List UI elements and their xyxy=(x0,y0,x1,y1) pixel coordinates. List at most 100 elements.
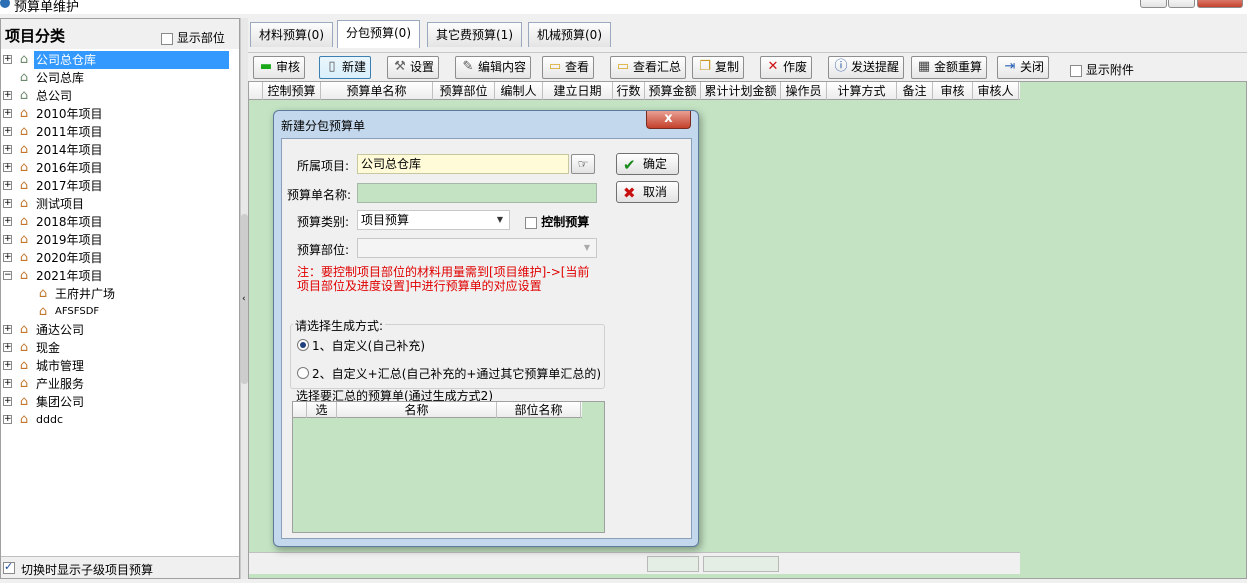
expand-icon[interactable]: + xyxy=(3,181,12,190)
expand-icon[interactable]: + xyxy=(3,217,12,226)
expand-icon[interactable]: + xyxy=(3,415,12,424)
expand-icon[interactable]: + xyxy=(3,91,12,100)
expand-icon[interactable]: + xyxy=(3,55,12,64)
col-operator[interactable]: 操作员 xyxy=(781,82,827,100)
splitter-scrollbar[interactable]: ‹ xyxy=(240,18,248,579)
dropdown-arrow-icon[interactable]: ▼ xyxy=(492,212,508,228)
show-attachment-checkbox[interactable]: 显示附件 xyxy=(1070,61,1134,78)
tree-item[interactable]: ⌂ 王府井广场 xyxy=(1,285,239,303)
col-control-budget[interactable]: 控制预算 xyxy=(263,82,321,100)
budget-dept-select[interactable]: ▼ xyxy=(357,238,597,258)
expand-icon[interactable]: + xyxy=(3,199,12,208)
expand-icon[interactable]: + xyxy=(3,235,12,244)
col-name[interactable]: 名称 xyxy=(337,402,497,418)
tree-item[interactable]: + ⌂ 2020年项目 xyxy=(1,249,239,267)
show-attachment-label: 显示附件 xyxy=(1085,63,1134,77)
tree-item[interactable]: + ⌂ 2016年项目 xyxy=(1,159,239,177)
option-custom-summary-label[interactable]: 2、自定义+汇总(自己补充的+通过其它预算单汇总的) xyxy=(312,365,601,382)
expand-icon[interactable]: + xyxy=(3,325,12,334)
tab-machinery-budget[interactable]: 机械预算(0) xyxy=(528,22,611,47)
tree-item[interactable]: + ⌂ 2010年项目 xyxy=(1,105,239,123)
expand-icon[interactable]: + xyxy=(3,343,12,352)
expand-icon[interactable]: + xyxy=(3,163,12,172)
tree-item[interactable]: + ⌂ 公司总仓库 xyxy=(1,51,239,69)
show-child-budget-checkbox[interactable] xyxy=(3,560,15,574)
minimize-button[interactable] xyxy=(1140,0,1167,8)
project-label: 所属项目: xyxy=(297,159,350,173)
tree-item[interactable]: + ⌂ 产业服务 xyxy=(1,375,239,393)
window-close-button[interactable] xyxy=(1197,0,1243,8)
recalc-amount-button[interactable]: ▦ 金额重算 xyxy=(911,56,988,79)
tree-item[interactable]: + ⌂ 测试项目 xyxy=(1,195,239,213)
expand-icon[interactable]: + xyxy=(3,379,12,388)
control-budget-check-box[interactable] xyxy=(525,216,537,229)
tree-item[interactable]: + ⌂ 2017年项目 xyxy=(1,177,239,195)
col-budget-name[interactable]: 预算单名称 xyxy=(321,82,433,100)
tree-item[interactable]: + ⌂ 2014年项目 xyxy=(1,141,239,159)
control-budget-checkbox[interactable]: 控制预算 xyxy=(525,213,589,230)
settings-button[interactable]: ⚒ 设置 xyxy=(387,56,440,79)
budget-name-input[interactable] xyxy=(357,183,597,203)
cancel-button[interactable]: ✖ 取消 xyxy=(616,181,679,203)
option-custom-summary-radio[interactable] xyxy=(297,367,309,379)
generation-method-group: 请选择生成方式: 1、自定义(自己补充) 2、自定义+汇总(自己补充的+通过其它… xyxy=(290,317,605,389)
col-auditor[interactable]: 审核人 xyxy=(973,82,1019,100)
expand-icon[interactable]: + xyxy=(3,253,12,262)
option-custom-label[interactable]: 1、自定义(自己补充) xyxy=(312,337,425,354)
close-button[interactable]: ⇥ 关闭 xyxy=(997,56,1050,79)
tree-item[interactable]: + ⌂ 现金 xyxy=(1,339,239,357)
col-preparer[interactable]: 编制人 xyxy=(495,82,543,100)
new-button[interactable]: ▯ 新建 xyxy=(319,56,372,79)
tree-item[interactable]: + ⌂ 通达公司 xyxy=(1,321,239,339)
col-remark[interactable]: 备注 xyxy=(897,82,933,100)
tree-item[interactable]: ⌂ AFSFSDF xyxy=(1,303,239,321)
void-button[interactable]: ✕ 作废 xyxy=(760,56,813,79)
col-cumulative-plan[interactable]: 累计计划金额 xyxy=(701,82,781,100)
show-attachment-check-box[interactable] xyxy=(1070,64,1082,77)
view-button[interactable]: ▭ 查看 xyxy=(542,56,595,79)
checkmark-icon: ✔ xyxy=(623,156,636,174)
ok-button[interactable]: ✔ 确定 xyxy=(616,153,679,175)
project-field[interactable]: 公司总仓库 xyxy=(357,154,569,174)
col-row-count[interactable]: 行数 xyxy=(613,82,645,100)
expand-icon[interactable]: + xyxy=(3,127,12,136)
tab-material-budget[interactable]: 材料预算(0) xyxy=(250,22,333,47)
tree-item[interactable]: + ⌂ 2011年项目 xyxy=(1,123,239,141)
budget-category-select[interactable]: 项目预算 ▼ xyxy=(357,210,510,230)
col-create-date[interactable]: 建立日期 xyxy=(543,82,613,100)
collapse-arrow-icon[interactable]: ‹ xyxy=(242,294,246,304)
project-picker-button[interactable]: ☞ xyxy=(571,154,595,174)
col-dept-name[interactable]: 部位名称 xyxy=(497,402,581,418)
col-budget-dept[interactable]: 预算部位 xyxy=(433,82,495,100)
show-dept-check-box[interactable] xyxy=(161,32,173,45)
col-select[interactable]: 选 xyxy=(307,402,337,418)
dialog-close-button[interactable]: x xyxy=(646,111,691,129)
tab-other-fee-budget[interactable]: 其它费预算(1) xyxy=(427,22,522,47)
expand-icon[interactable]: + xyxy=(3,361,12,370)
collapse-icon[interactable]: − xyxy=(3,271,12,280)
expand-icon[interactable]: + xyxy=(3,145,12,154)
col-budget-amount[interactable]: 预算金额 xyxy=(645,82,701,100)
tree-item[interactable]: + ⌂ 总公司 xyxy=(1,87,239,105)
show-dept-checkbox[interactable]: 显示部位 xyxy=(161,29,225,46)
tree-item[interactable]: − ⌂ 2021年项目 xyxy=(1,267,239,285)
copy-button[interactable]: ❐ 复制 xyxy=(692,56,745,79)
expand-icon[interactable]: + xyxy=(3,109,12,118)
option-custom-radio[interactable] xyxy=(297,339,309,351)
tree-item[interactable]: + ⌂ 集团公司 xyxy=(1,393,239,411)
expand-icon[interactable]: + xyxy=(3,397,12,406)
tree-item[interactable]: + ⌂ dddc xyxy=(1,411,239,429)
col-calc-method[interactable]: 计算方式 xyxy=(827,82,897,100)
dropdown-arrow-icon[interactable]: ▼ xyxy=(579,240,595,256)
col-audit[interactable]: 审核 xyxy=(933,82,973,100)
maximize-button[interactable] xyxy=(1168,0,1195,8)
edit-content-button[interactable]: ✎ 编辑内容 xyxy=(455,56,532,79)
send-reminder-button[interactable]: ⓘ 发送提醒 xyxy=(828,56,905,79)
view-summary-button[interactable]: ▭ 查看汇总 xyxy=(610,56,687,79)
tab-subcontract-budget[interactable]: 分包预算(0) xyxy=(337,20,420,48)
tree-item[interactable]: + ⌂ 2019年项目 xyxy=(1,231,239,249)
tree-item[interactable]: + ⌂ 2018年项目 xyxy=(1,213,239,231)
audit-button[interactable]: ▬ 审核 xyxy=(253,56,306,79)
tree-item[interactable]: + ⌂ 城市管理 xyxy=(1,357,239,375)
tree-item[interactable]: ⌂ 公司总库 xyxy=(1,69,239,87)
